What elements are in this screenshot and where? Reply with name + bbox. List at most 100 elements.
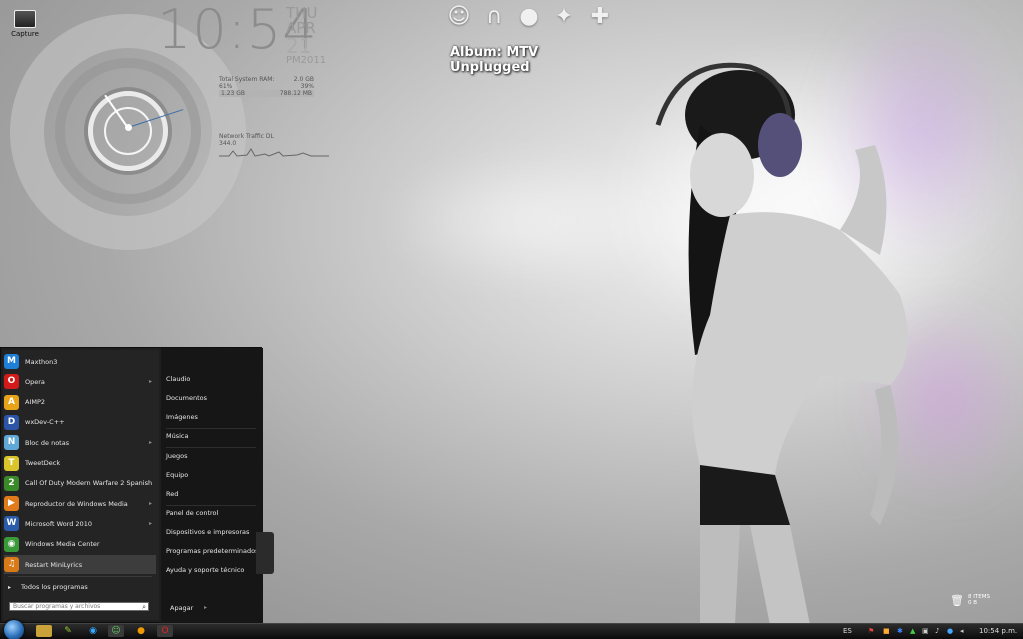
program-item[interactable]: 2 Call Of Duty Modern Warfare 2 Spanish <box>4 474 156 493</box>
opera-icon: O <box>4 374 19 390</box>
all-programs-label: Todos los programas <box>21 583 88 591</box>
headphones-icon[interactable]: ∩ <box>481 4 507 30</box>
program-item[interactable]: ▶ Reproductor de Windows Media ▸ <box>4 494 156 513</box>
opera-icon[interactable]: O <box>157 625 173 637</box>
program-label: Maxthon3 <box>25 357 58 366</box>
divider <box>166 447 256 448</box>
notepad-icon: N <box>4 435 19 451</box>
places-item[interactable]: Equipo <box>166 471 188 479</box>
volume-icon[interactable]: ♪ <box>935 625 939 637</box>
network-label: Network Traffic DL <box>219 133 274 140</box>
recycle-bin-info: 8 ITEMS 0 B <box>968 594 990 606</box>
program-label: TweetDeck <box>25 459 61 467</box>
minilyrics-icon: ♫ <box>4 557 19 572</box>
wmp-icon: ▶ <box>4 496 19 512</box>
notification-icon[interactable]: ■ <box>883 625 890 637</box>
submenu-arrow-icon[interactable]: ▸ <box>149 520 152 527</box>
places-item[interactable]: Claudio <box>166 375 190 383</box>
now-playing-album: Album: MTV Unplugged <box>450 45 539 75</box>
all-programs-button[interactable]: ▸ Todos los programas <box>8 583 88 591</box>
recycle-bin-icon[interactable]: 🗑 <box>950 594 964 607</box>
flag-icon[interactable]: ⚑ <box>868 625 874 637</box>
notepad-icon[interactable]: ✎ <box>60 625 76 637</box>
desktop-icon-capture[interactable]: Capture <box>8 10 42 38</box>
ram-label: Total System RAM: <box>219 76 275 83</box>
program-label: Windows Media Center <box>25 540 100 549</box>
places-item[interactable]: Música <box>166 432 188 440</box>
program-item[interactable]: N Bloc de notas ▸ <box>4 433 156 452</box>
update-icon[interactable]: ● <box>947 625 953 637</box>
clock-date-number: 21 <box>286 34 312 58</box>
browser-icon[interactable]: ◉ <box>85 625 101 637</box>
recycle-bin-size: 0 B <box>968 600 978 606</box>
places-item[interactable]: Dispositivos e impresoras <box>166 528 249 536</box>
network-icon[interactable]: ▣ <box>922 625 929 637</box>
ram-used: 1.23 GB <box>221 90 246 97</box>
program-item[interactable]: A AIMP2 <box>4 393 156 412</box>
clock-core <box>104 107 152 155</box>
bluetooth-icon[interactable]: ✱ <box>897 625 903 637</box>
taskbar-clock[interactable]: 10:54 p.m. <box>979 625 1017 637</box>
clock-ampm-year: PM2011 <box>286 55 327 66</box>
network-meter: Network Traffic DL 344.0 <box>219 133 329 157</box>
search-icon[interactable]: ⌕ <box>142 603 146 611</box>
network-value: 344.0 <box>219 140 237 147</box>
tweetdeck-icon: T <box>4 455 19 471</box>
cod-icon: 2 <box>4 475 19 491</box>
divider <box>8 576 152 577</box>
shutdown-options-arrow[interactable]: ▸ <box>204 604 207 611</box>
submenu-arrow-icon[interactable]: ▸ <box>149 378 152 385</box>
speaker-icon[interactable]: ◂ <box>960 625 964 637</box>
divider <box>166 428 256 429</box>
start-button[interactable] <box>4 620 24 639</box>
wallpaper-glow <box>380 150 680 290</box>
player-icon[interactable]: ● <box>133 625 149 637</box>
program-item[interactable]: O Opera ▸ <box>4 372 156 391</box>
users-icon[interactable]: ☺ <box>108 625 124 637</box>
users-icon[interactable]: ☺ <box>446 4 472 30</box>
places-item[interactable]: Red <box>166 490 178 498</box>
program-item[interactable]: W Microsoft Word 2010 ▸ <box>4 514 156 533</box>
places-item[interactable]: Programas predeterminados <box>166 547 258 555</box>
clock-date: THU APR 21 PM2011 <box>286 6 326 71</box>
aimp-icon: A <box>4 394 19 410</box>
divider <box>166 505 256 506</box>
places-item[interactable]: Imágenes <box>166 413 198 421</box>
apps-icon[interactable]: ✚ <box>587 4 613 30</box>
program-item[interactable]: ♫ Restart MiniLyrics <box>4 555 156 574</box>
program-label: Bloc de notas <box>25 438 70 447</box>
program-label: Reproductor de Windows Media <box>25 499 128 508</box>
places-item[interactable]: Ayuda y soporte técnico <box>166 566 244 574</box>
shutdown-button[interactable]: Apagar <box>170 604 193 612</box>
program-item[interactable]: T TweetDeck <box>4 454 156 473</box>
language-indicator[interactable]: ES <box>843 625 852 637</box>
disk-icon[interactable]: ● <box>516 4 542 30</box>
submenu-arrow-icon[interactable]: ▸ <box>149 500 152 507</box>
wallpaper-figure <box>655 62 908 625</box>
clock-center-dot <box>125 124 132 131</box>
start-menu-flyout-tab <box>256 532 274 574</box>
places-item[interactable]: Panel de control <box>166 509 218 517</box>
capture-icon <box>14 10 36 28</box>
wmc-icon: ◉ <box>4 536 19 552</box>
places-panel <box>161 348 263 624</box>
search-input[interactable]: Buscar programas y archivos ⌕ <box>9 602 149 611</box>
desktop-icon-label: Capture <box>11 30 39 38</box>
security-icon[interactable]: ▲ <box>910 625 915 637</box>
ram-meter: Total System RAM: 2.0 GB 61% 39% 1.23 GB 78… <box>219 76 314 97</box>
maxthon-icon: M <box>4 354 19 369</box>
search-placeholder: Buscar programas y archivos <box>13 603 101 610</box>
program-item[interactable]: M Maxthon3 <box>4 352 156 371</box>
places-item[interactable]: Documentos <box>166 394 207 402</box>
program-item[interactable]: ◉ Windows Media Center <box>4 535 156 554</box>
submenu-arrow-icon[interactable]: ▸ <box>149 439 152 446</box>
ram-percent-free: 39% <box>300 83 314 90</box>
program-label: Call Of Duty Modern Warfare 2 Spanish <box>25 479 153 488</box>
program-item[interactable]: DwxDev-C++ <box>4 413 156 432</box>
network-graph <box>219 148 329 157</box>
program-label: AIMP2 <box>25 398 46 407</box>
places-item[interactable]: Juegos <box>166 452 188 460</box>
explorer-icon[interactable] <box>36 625 52 637</box>
program-label: Opera <box>25 377 45 386</box>
gamepad-icon[interactable]: ✦ <box>551 4 577 30</box>
